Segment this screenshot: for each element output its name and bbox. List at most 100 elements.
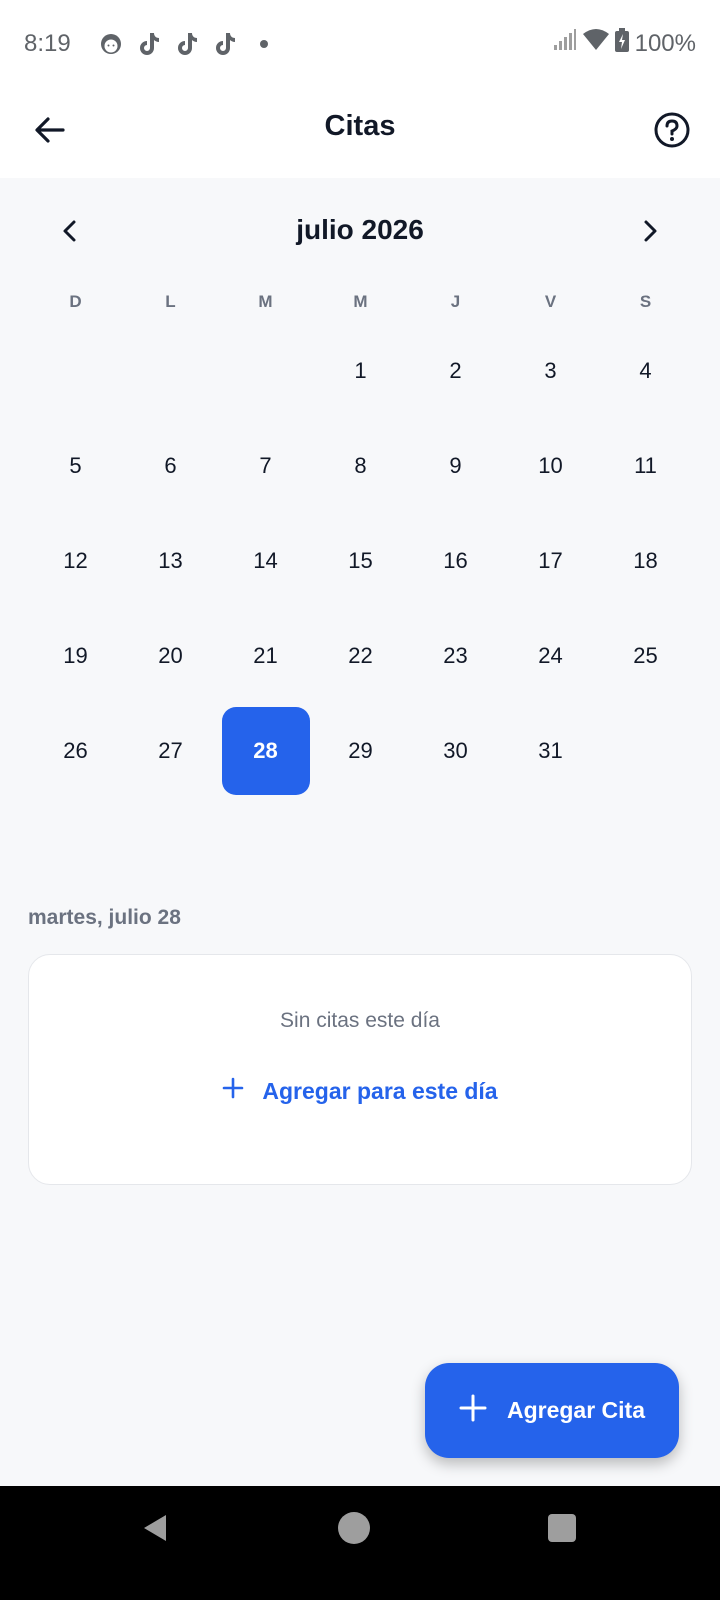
fab-label: Agregar Cita	[506, 1397, 646, 1423]
day-number: 6	[164, 452, 177, 478]
nav-back-button[interactable]	[140, 1512, 172, 1544]
battery-percentage: 100%	[634, 29, 696, 57]
add-for-day-button[interactable]: Agregar para este día	[29, 1077, 691, 1105]
day-cell[interactable]: 20	[123, 608, 218, 703]
day-number: 22	[348, 642, 373, 668]
day-number: 31	[538, 737, 563, 763]
weekday-header: S	[639, 292, 652, 311]
notification-icons	[98, 30, 268, 58]
events-card: Sin citas este día Agregar para este día	[28, 954, 692, 1185]
day-cell[interactable]: 12	[28, 513, 123, 608]
day-cell[interactable]: 1	[313, 323, 408, 418]
day-number: 21	[253, 642, 278, 668]
tiktok-icon	[136, 30, 162, 58]
help-circle-icon	[653, 111, 691, 154]
weekday-header: M	[258, 292, 273, 311]
weekday-header: L	[165, 292, 176, 311]
day-number: 24	[538, 642, 563, 668]
weekday-header: D	[69, 292, 82, 311]
day-number: 12	[63, 547, 88, 573]
day-number: 3	[544, 357, 557, 383]
day-cell[interactable]: 5	[28, 418, 123, 513]
day-cell[interactable]: 27	[123, 703, 218, 798]
day-cell[interactable]: 4	[598, 323, 693, 418]
day-number: 17	[538, 547, 563, 573]
day-number: 29	[348, 737, 373, 763]
day-cell[interactable]: 22	[313, 608, 408, 703]
day-cell-empty	[218, 323, 313, 418]
status-bar: 8:19 100%	[0, 0, 720, 90]
nav-recents-button[interactable]	[548, 1514, 576, 1542]
day-cell[interactable]: 15	[313, 513, 408, 608]
day-number: 14	[253, 547, 278, 573]
add-appointment-fab[interactable]: Agregar Cita	[425, 1363, 679, 1458]
system-status: 100%	[553, 28, 696, 59]
weekday-header: M	[353, 292, 368, 311]
day-number: 5	[69, 452, 82, 478]
plus-icon	[459, 1394, 487, 1428]
triangle-back-icon	[144, 1515, 166, 1541]
day-cell[interactable]: 8	[313, 418, 408, 513]
day-number: 7	[259, 452, 272, 478]
day-number: 15	[348, 547, 373, 573]
month-label: julio 2026	[296, 214, 424, 245]
day-cell[interactable]: 30	[408, 703, 503, 798]
selected-date-label: martes, julio 28	[28, 906, 181, 929]
weekday-header: V	[544, 292, 557, 311]
day-number: 26	[63, 737, 88, 763]
signal-icon	[553, 29, 577, 58]
day-cell[interactable]: 11	[598, 418, 693, 513]
day-number: 2	[449, 357, 462, 383]
page-title: Citas	[324, 110, 396, 142]
day-cell[interactable]: 10	[503, 418, 598, 513]
weekday-header: J	[450, 292, 461, 311]
day-number: 1	[354, 357, 367, 383]
day-cell[interactable]: 9	[408, 418, 503, 513]
day-cell[interactable]: 25	[598, 608, 693, 703]
day-cell[interactable]: 3	[503, 323, 598, 418]
day-cell[interactable]: 18	[598, 513, 693, 608]
day-number: 27	[158, 737, 183, 763]
day-cell[interactable]: 23	[408, 608, 503, 703]
app-bar: Citas	[0, 90, 720, 178]
tiktok-icon	[212, 30, 238, 58]
day-number: 18	[633, 547, 658, 573]
add-for-day-label: Agregar para este día	[262, 1077, 498, 1104]
day-number: 4	[639, 357, 652, 383]
plus-icon	[222, 1077, 244, 1105]
day-cell[interactable]: 31	[503, 703, 598, 798]
day-number: 30	[443, 737, 468, 763]
day-number: 25	[633, 642, 658, 668]
day-number: 20	[158, 642, 183, 668]
day-number: 11	[634, 452, 657, 478]
tiktok-icon	[174, 30, 200, 58]
day-cell[interactable]: 24	[503, 608, 598, 703]
help-button[interactable]	[648, 108, 696, 156]
day-cell[interactable]: 14	[218, 513, 313, 608]
next-month-button[interactable]	[630, 208, 670, 258]
chevron-right-icon	[640, 219, 660, 248]
day-number: 28	[221, 706, 310, 795]
day-number: 19	[63, 642, 88, 668]
day-cell[interactable]: 21	[218, 608, 313, 703]
day-cell[interactable]: 29	[313, 703, 408, 798]
battery-icon	[614, 28, 629, 59]
day-cell[interactable]: 13	[123, 513, 218, 608]
day-number: 10	[538, 452, 563, 478]
day-cell[interactable]: 6	[123, 418, 218, 513]
day-cell[interactable]: 19	[28, 608, 123, 703]
day-cell[interactable]: 26	[28, 703, 123, 798]
day-cell[interactable]: 2	[408, 323, 503, 418]
day-number: 23	[443, 642, 468, 668]
status-time: 8:19	[24, 30, 71, 57]
nav-home-button[interactable]	[338, 1512, 370, 1544]
day-number: 13	[158, 547, 183, 573]
system-navigation-bar	[0, 1486, 720, 1600]
day-cell[interactable]: 17	[503, 513, 598, 608]
empty-state-text: Sin citas este día	[280, 1009, 440, 1032]
day-grid: 1 2 3 4 5 6 7 8 9 10 11 12 13 14 15 16 17 18 19 20 21 22 23 24 2…	[28, 323, 692, 798]
day-cell[interactable]: 7	[218, 418, 313, 513]
day-cell[interactable]: 16	[408, 513, 503, 608]
day-cell-selected[interactable]: 28	[218, 703, 313, 798]
day-number: 16	[443, 547, 468, 573]
